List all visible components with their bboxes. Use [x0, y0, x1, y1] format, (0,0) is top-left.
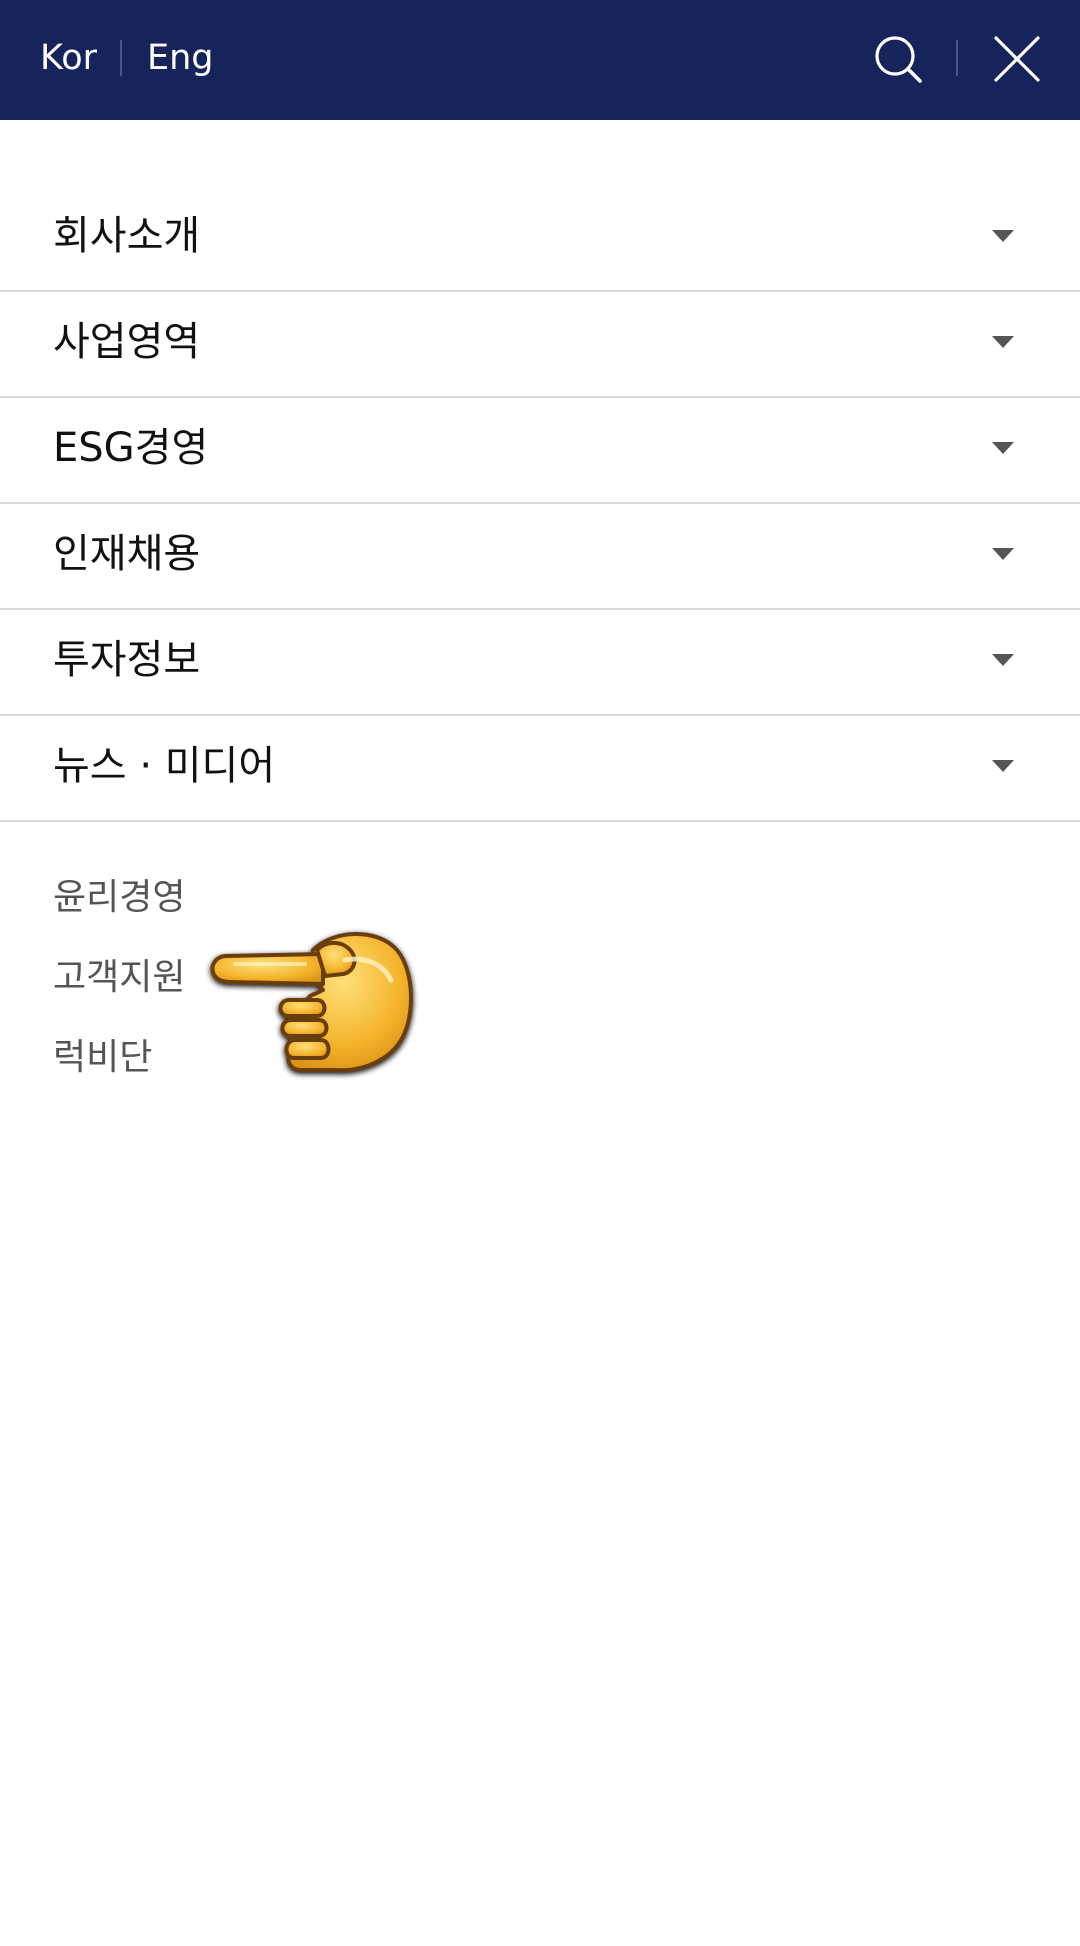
top-bar: Kor Eng [0, 0, 1080, 120]
language-kor-link[interactable]: Kor [40, 0, 97, 120]
menu-item-careers[interactable]: 인재채용 [0, 504, 1080, 610]
menu-item-label: ESG경영 [53, 425, 209, 471]
menu-item-news-media[interactable]: 뉴스 · 미디어 [0, 716, 1080, 822]
pointing-hand-icon [205, 920, 420, 1090]
search-icon [875, 36, 922, 83]
icon-divider [956, 40, 958, 76]
menu-item-esg[interactable]: ESG경영 [0, 398, 1080, 504]
menu-item-label: 인재채용 [53, 531, 201, 577]
language-eng-link[interactable]: Eng [147, 0, 214, 120]
caret-down-icon [992, 336, 1014, 348]
link-rugby-team[interactable]: 럭비단 [53, 1028, 152, 1080]
link-ethics[interactable]: 윤리경영 [53, 868, 185, 920]
caret-down-icon [992, 230, 1014, 242]
menu-item-label: 뉴스 · 미디어 [53, 743, 276, 789]
menu-item-label: 투자정보 [53, 637, 201, 683]
menu-item-investor[interactable]: 투자정보 [0, 610, 1080, 716]
caret-down-icon [992, 654, 1014, 666]
menu-item-business[interactable]: 사업영역 [0, 292, 1080, 398]
search-button[interactable] [868, 30, 928, 90]
language-divider [120, 40, 122, 76]
main-menu: 회사소개 사업영역 ESG경영 인재채용 투자정보 뉴스 · 미디어 [0, 186, 1080, 822]
close-menu-button[interactable] [986, 30, 1046, 90]
menu-item-label: 사업영역 [53, 319, 201, 365]
link-customer-support[interactable]: 고객지원 [53, 948, 185, 1000]
close-icon [994, 36, 1040, 82]
caret-down-icon [992, 760, 1014, 772]
menu-item-company[interactable]: 회사소개 [0, 186, 1080, 292]
caret-down-icon [992, 442, 1014, 454]
menu-item-label: 회사소개 [53, 213, 201, 259]
caret-down-icon [992, 548, 1014, 560]
